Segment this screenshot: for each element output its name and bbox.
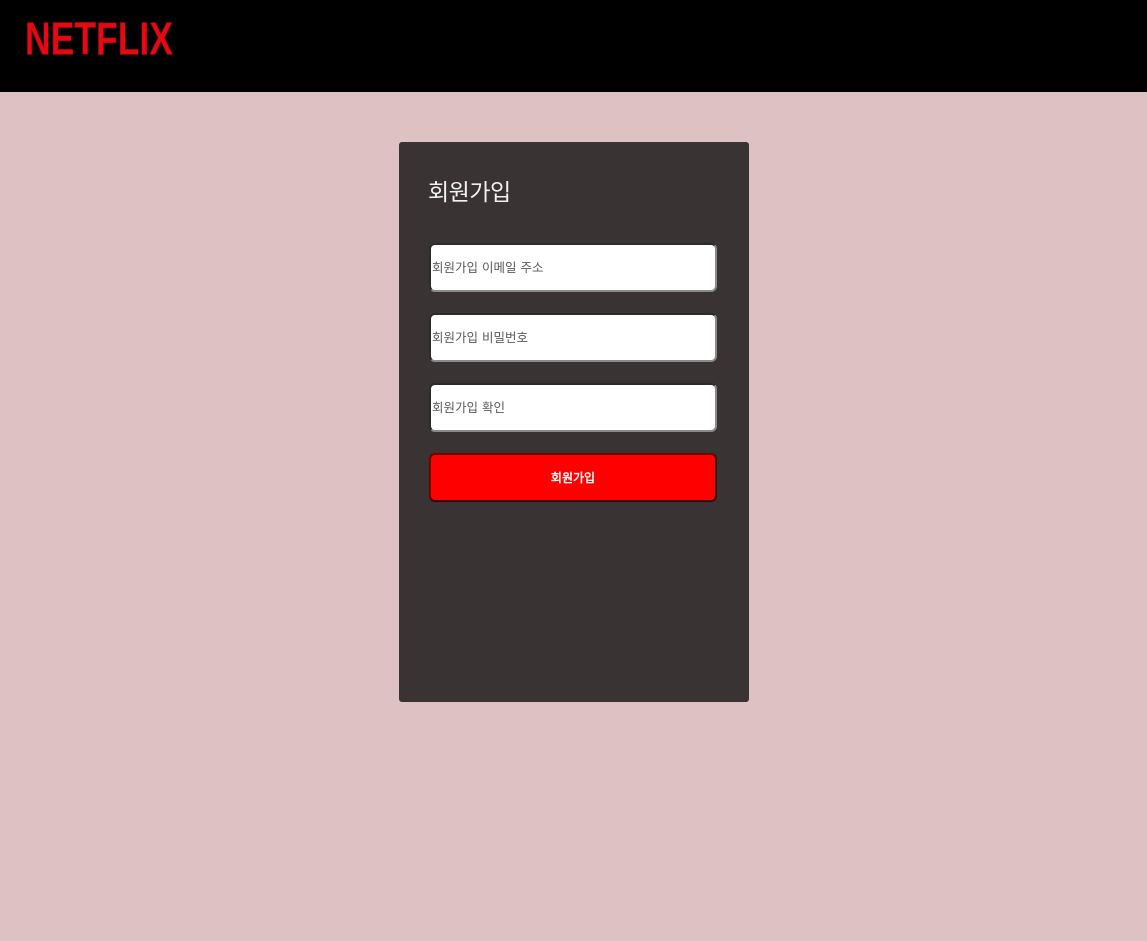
- password-input[interactable]: [429, 313, 717, 362]
- signup-submit-button[interactable]: 회원가입: [429, 453, 717, 502]
- signup-title: 회원가입: [428, 180, 511, 206]
- netflix-logo-wordmark: NETFLIX: [25, 14, 174, 58]
- top-bar: NETFLIX: [0, 0, 1147, 92]
- netflix-logo[interactable]: NETFLIX: [24, 14, 174, 58]
- logo-text: NETFLIX: [25, 14, 173, 58]
- email-input[interactable]: [429, 243, 717, 292]
- password-confirm-input[interactable]: [429, 383, 717, 432]
- signup-card: 회원가입 회원가입: [399, 142, 749, 702]
